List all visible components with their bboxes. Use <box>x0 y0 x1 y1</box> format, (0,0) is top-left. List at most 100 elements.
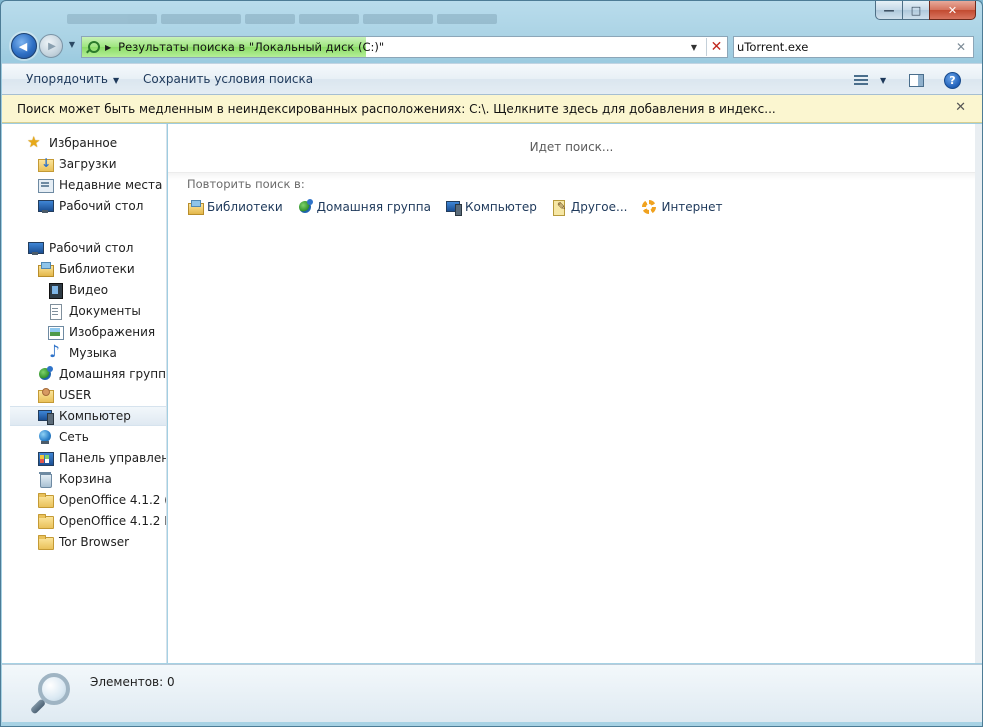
nav-item-libraries[interactable]: Библиотеки <box>37 259 135 279</box>
computer-icon <box>37 408 54 425</box>
stop-icon: ✕ <box>710 39 723 55</box>
network-icon <box>37 429 53 445</box>
nav-item-label: OpenOffice 4.1.2 (en <box>59 493 166 507</box>
breadcrumb-arrow-icon[interactable]: ▶ <box>105 43 111 52</box>
close-button[interactable]: ✕ <box>929 1 976 20</box>
nav-item-label: Библиотеки <box>59 262 135 276</box>
nav-item-images[interactable]: Изображения <box>47 322 155 342</box>
info-bar-close-button[interactable]: ✕ <box>955 100 966 115</box>
view-options-chevron-icon[interactable]: ▼ <box>880 76 886 85</box>
nav-item-control-panel[interactable]: Панель управления <box>37 448 166 468</box>
nav-item-desktop-favorite[interactable]: Рабочий стол <box>37 196 143 216</box>
nav-item-label: Документы <box>69 304 141 318</box>
nav-item-tor-browser[interactable]: Tor Browser <box>37 532 129 552</box>
nav-item-label: Загрузки <box>59 157 117 171</box>
search-again-links: Библиотеки Домашняя группа Компьютер Дру… <box>187 197 723 217</box>
search-again-homegroup-link[interactable]: Домашняя группа <box>297 199 431 215</box>
back-button[interactable]: ◀ <box>11 33 37 59</box>
content-pane[interactable]: Идет поиск... Повторить поиск в: Библиот… <box>168 124 975 663</box>
nav-item-network[interactable]: Сеть <box>37 427 89 447</box>
desktop-icon <box>37 198 54 214</box>
change-view-button[interactable]: ▼ <box>854 71 886 89</box>
nav-item-video[interactable]: Видео <box>47 280 108 300</box>
search-again-internet-link[interactable]: Интернет <box>641 199 723 215</box>
nav-item-recycle-bin[interactable]: Корзина <box>37 469 112 489</box>
nav-item-downloads[interactable]: Загрузки <box>37 154 117 174</box>
nav-item-computer[interactable]: Компьютер <box>10 406 166 426</box>
organize-button[interactable]: Упорядочить ▼ <box>26 72 119 86</box>
search-again-label: Повторить поиск в: <box>187 177 305 191</box>
address-bar[interactable]: ▶ Результаты поиска в "Локальный диск (C… <box>81 36 728 58</box>
nav-item-label: OpenOffice 4.1.2 Lar <box>59 514 166 528</box>
nav-item-label: Избранное <box>49 136 118 150</box>
other-location-icon <box>551 199 567 216</box>
search-again-other-link[interactable]: Другое... <box>551 199 628 216</box>
back-arrow-icon: ◀ <box>18 39 28 53</box>
homegroup-icon <box>37 366 53 382</box>
nav-item-label: Корзина <box>59 472 112 486</box>
nav-item-favorites[interactable]: Избранное <box>27 133 117 153</box>
preview-pane-button[interactable] <box>909 71 924 89</box>
index-info-bar[interactable]: Поиск может быть медленным в неиндексиро… <box>2 95 982 123</box>
elements-count: Элементов: 0 <box>90 675 175 689</box>
minimize-button[interactable]: — <box>875 1 902 20</box>
chevron-down-icon: ▼ <box>112 76 120 85</box>
help-button[interactable]: ? <box>944 71 961 89</box>
nav-item-label: Сеть <box>59 430 89 444</box>
nav-item-label: Изображения <box>69 325 156 339</box>
link-label: Компьютер <box>464 200 537 214</box>
title-bar-ghost <box>67 14 607 26</box>
nav-item-openoffice-en[interactable]: OpenOffice 4.1.2 (en <box>37 490 166 510</box>
search-again-computer-link[interactable]: Компьютер <box>445 199 537 216</box>
nav-item-label: Домашняя группа <box>59 367 167 381</box>
nav-item-desktop[interactable]: Рабочий стол <box>27 238 133 258</box>
clear-search-button[interactable]: ✕ <box>954 39 968 55</box>
nav-item-label: USER <box>59 388 92 402</box>
link-label: Домашняя группа <box>316 200 431 214</box>
preview-pane-icon <box>909 73 924 87</box>
libraries-icon <box>37 261 54 277</box>
search-box[interactable]: ✕ <box>733 36 974 58</box>
link-label: Интернет <box>661 200 723 214</box>
address-dropdown-button[interactable]: ▼ <box>687 39 701 55</box>
nav-item-label: Рабочий стол <box>59 199 144 213</box>
nav-item-label: Tor Browser <box>59 535 130 549</box>
search-again-libraries-link[interactable]: Библиотеки <box>187 199 283 215</box>
nav-item-label: Панель управления <box>59 451 166 465</box>
nav-item-music[interactable]: Музыка <box>47 342 117 363</box>
nav-item-label: Недавние места <box>59 178 163 192</box>
search-input[interactable] <box>737 39 947 55</box>
save-search-button[interactable]: Сохранить условия поиска <box>143 72 313 86</box>
downloads-folder-icon <box>37 156 54 172</box>
details-view-icon <box>854 74 868 86</box>
nav-item-user[interactable]: USER <box>37 385 91 405</box>
internet-icon <box>641 199 657 215</box>
star-icon <box>27 133 43 151</box>
recent-pages-button[interactable]: ▼ <box>67 40 77 50</box>
nav-item-label: Рабочий стол <box>49 241 134 255</box>
nav-item-recent-places[interactable]: Недавние места <box>37 175 162 195</box>
content-right-edge <box>975 124 982 663</box>
recent-places-icon <box>37 177 54 193</box>
libraries-icon <box>187 199 204 215</box>
forward-button[interactable]: ▶ <box>39 34 63 58</box>
folder-icon <box>37 534 54 550</box>
homegroup-icon <box>297 199 313 215</box>
images-icon <box>47 324 64 340</box>
folder-icon <box>37 513 54 529</box>
stop-search-button[interactable]: ✕ <box>706 38 726 56</box>
address-text[interactable]: Результаты поиска в "Локальный диск (C:)… <box>118 40 384 54</box>
nav-item-label: Компьютер <box>59 409 131 423</box>
info-bar-text[interactable]: Поиск может быть медленным в неиндексиро… <box>17 102 776 116</box>
nav-item-openoffice-lang[interactable]: OpenOffice 4.1.2 Lar <box>37 511 166 531</box>
nav-item-documents[interactable]: Документы <box>47 301 141 321</box>
desktop-icon <box>27 240 44 256</box>
nav-item-homegroup[interactable]: Домашняя группа <box>37 364 167 384</box>
nav-item-label: Музыка <box>69 346 117 360</box>
folder-icon <box>37 492 54 508</box>
navigation-pane: Избранное Загрузки Недавние места Рабочи… <box>2 124 167 663</box>
maximize-button[interactable]: □ <box>902 1 929 20</box>
user-folder-icon <box>37 387 54 403</box>
computer-icon <box>445 199 462 216</box>
link-label: Другое... <box>570 200 628 214</box>
